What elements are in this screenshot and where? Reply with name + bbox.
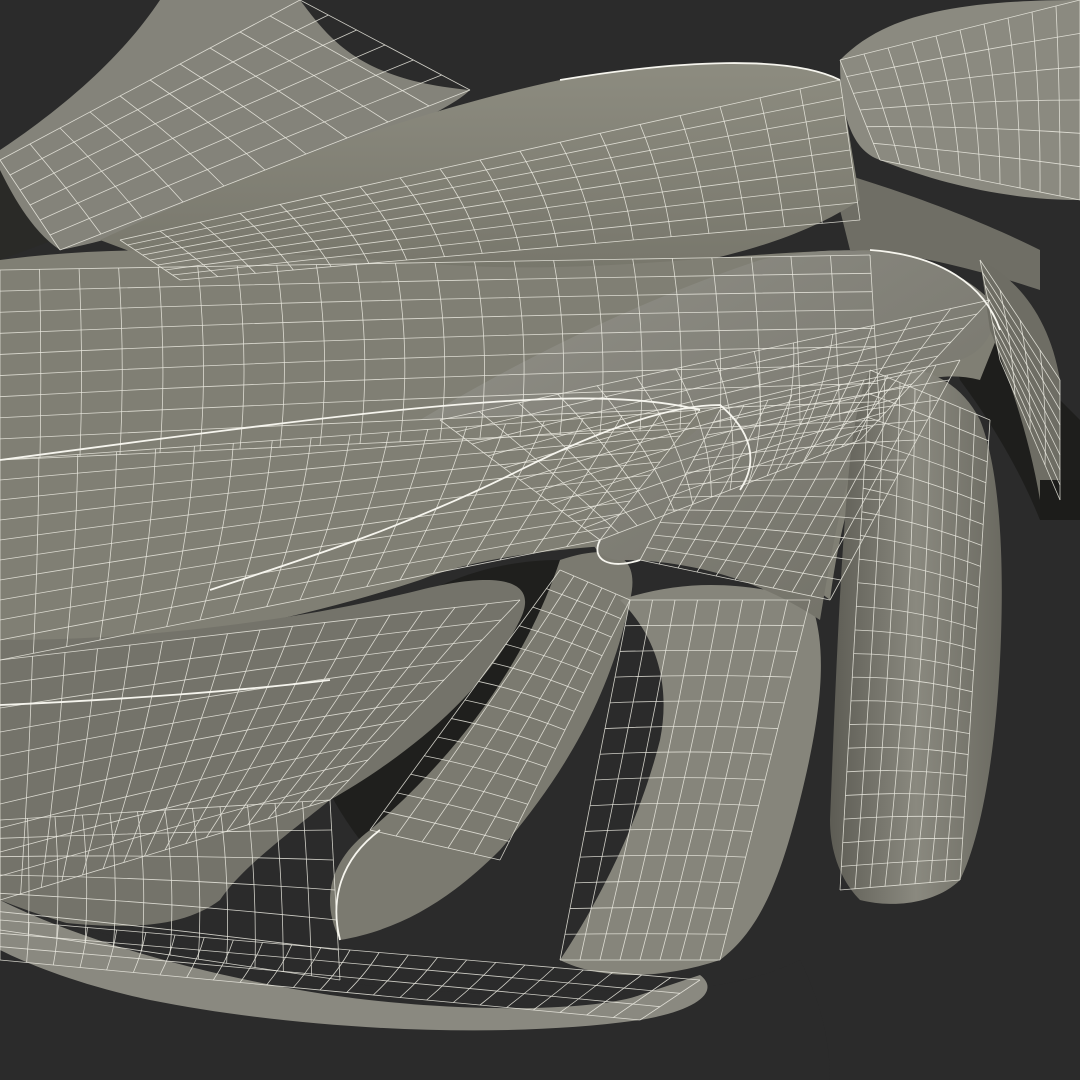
wireframe-car-render (0, 0, 1080, 1080)
